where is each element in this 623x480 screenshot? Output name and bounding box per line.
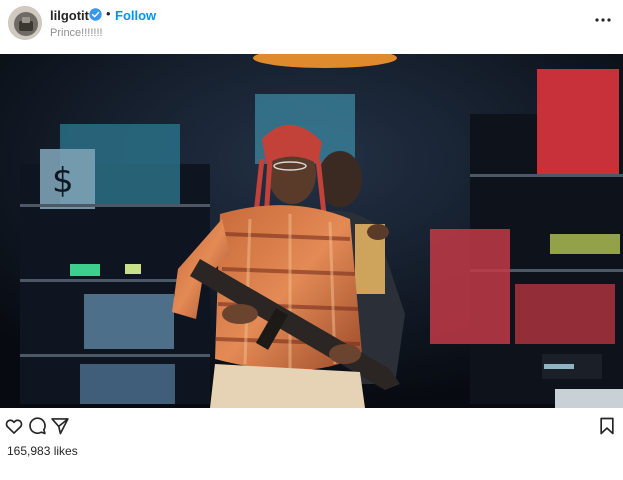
post-subtitle: Prince!!!!!!!	[50, 27, 103, 39]
comment-icon[interactable]	[27, 416, 47, 436]
instagram-post: lilgotit • Follow Prince!!!!!!! $ 165,98…	[0, 0, 623, 480]
bookmark-icon[interactable]	[597, 416, 617, 436]
share-icon[interactable]	[50, 416, 70, 436]
username[interactable]: lilgotit	[50, 8, 89, 23]
post-image[interactable]: $	[0, 54, 623, 408]
post-photo: $	[0, 54, 623, 408]
follow-button[interactable]: Follow	[115, 8, 156, 23]
post-header: lilgotit • Follow Prince!!!!!!!	[0, 0, 623, 54]
separator-dot: •	[106, 6, 111, 21]
verified-badge-icon	[89, 8, 102, 21]
likes-count[interactable]: 165,983 likes	[7, 444, 78, 458]
heart-icon[interactable]	[4, 416, 24, 436]
dollar-sign-decoration: $	[52, 161, 74, 201]
avatar-image	[9, 7, 41, 39]
more-options-icon[interactable]	[594, 16, 612, 24]
post-actions-bar	[0, 408, 623, 444]
avatar[interactable]	[8, 6, 42, 40]
